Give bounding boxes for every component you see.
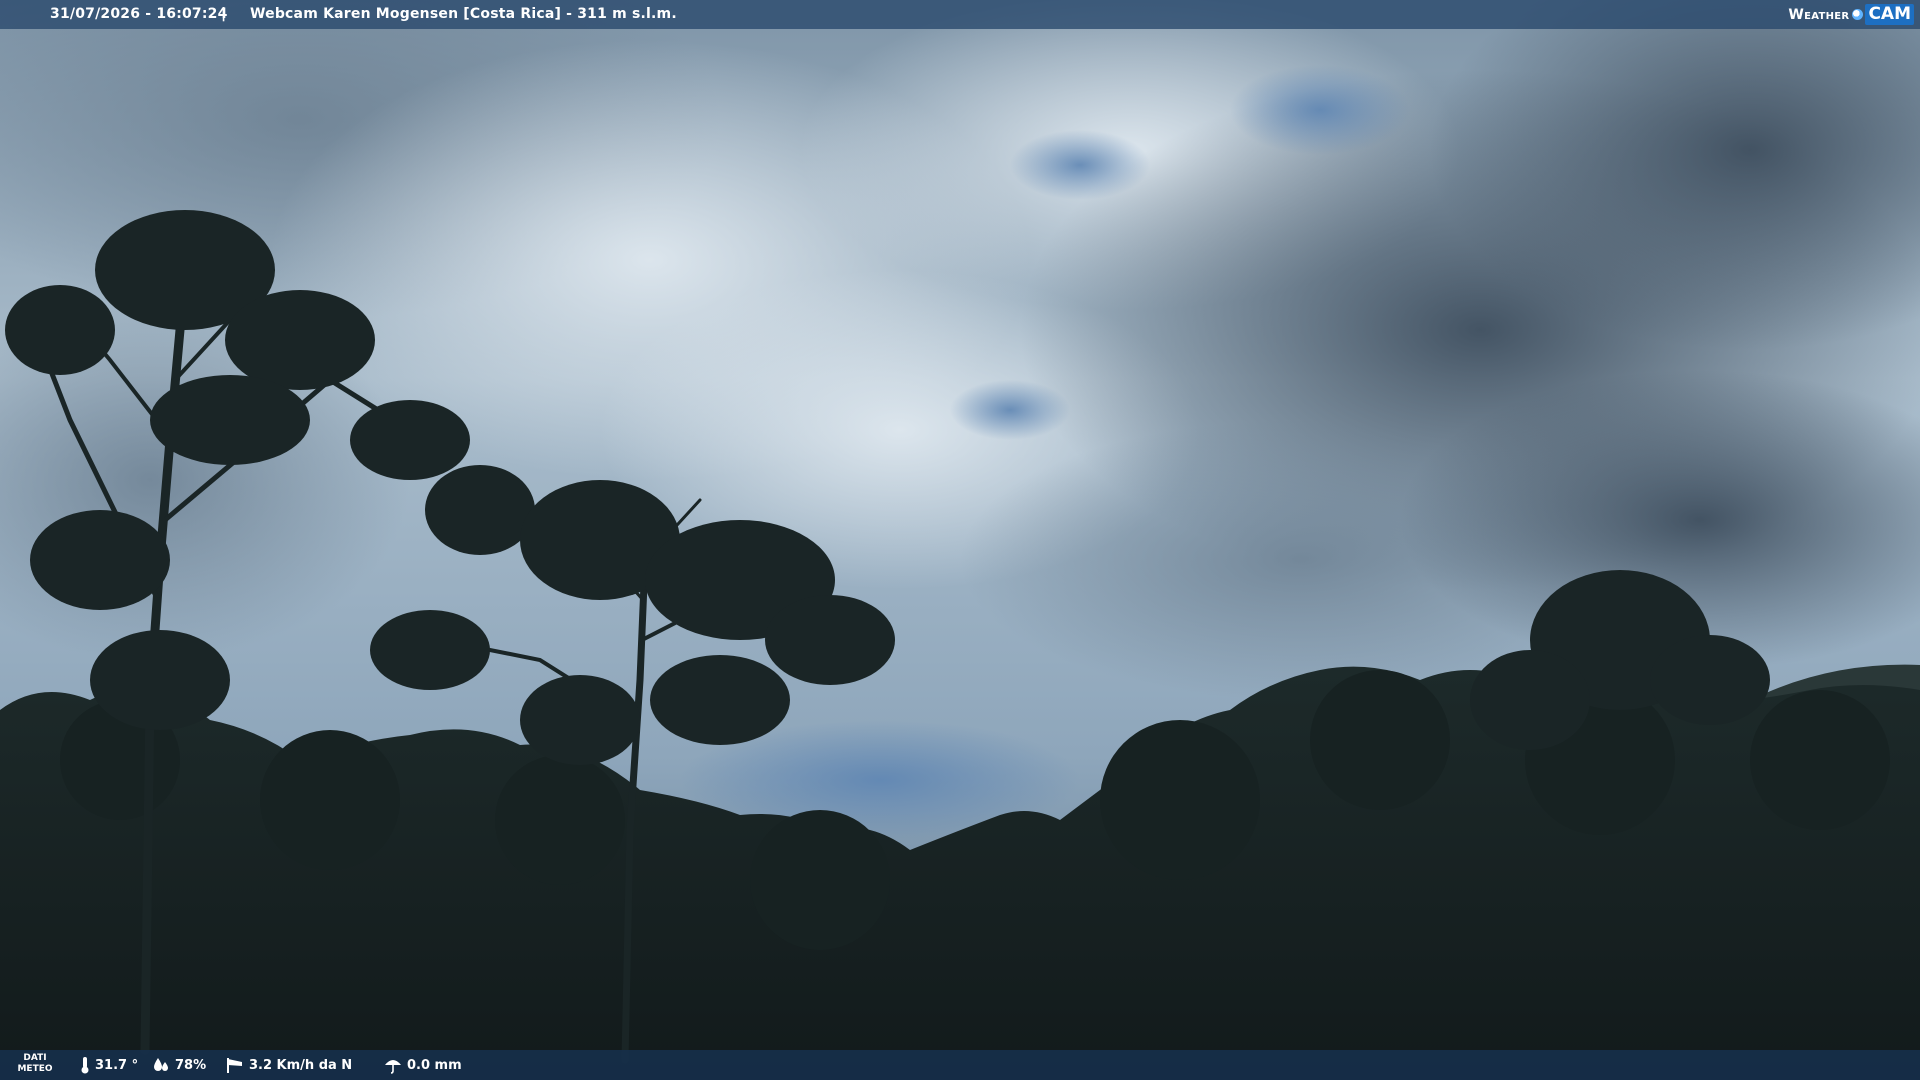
- rain-value: 0.0 mm: [407, 1057, 462, 1073]
- rain-reading: 0.0 mm: [384, 1056, 462, 1074]
- weather-data-label-line1: DATI: [23, 1053, 47, 1063]
- rain-umbrella-icon: [385, 1060, 401, 1074]
- humidity-value: 78%: [175, 1057, 207, 1073]
- header-separator: |: [221, 6, 227, 22]
- webcam-frame: 31/07/2026 - 16:07:24 | Webcam Karen Mog…: [0, 0, 1920, 1080]
- timestamp: 31/07/2026 - 16:07:24: [50, 6, 228, 22]
- humidity-drops-icon: [154, 1058, 168, 1071]
- weathercam-logo: Weather CAM: [1788, 4, 1914, 25]
- windsock-icon: [227, 1058, 242, 1073]
- station-name: Webcam Karen Mogensen [Costa Rica] - 311…: [250, 6, 677, 22]
- logo-cam-text: CAM: [1865, 4, 1914, 25]
- logo-weather-text: Weather: [1788, 6, 1850, 23]
- wind-reading: 3.2 Km/h da N: [226, 1056, 352, 1074]
- webcam-image: [0, 0, 1920, 1080]
- webcam-header-bar: 31/07/2026 - 16:07:24 | Webcam Karen Mog…: [0, 0, 1920, 29]
- temperature-value: 31.7 °: [95, 1057, 139, 1073]
- temperature-reading: 31.7 °: [80, 1056, 138, 1074]
- logo-globe-icon: [1852, 9, 1864, 20]
- weather-data-label: DATI METEO: [14, 1053, 56, 1075]
- thermometer-icon: [81, 1057, 89, 1074]
- weather-data-label-line2: METEO: [17, 1064, 53, 1074]
- wind-value: 3.2 Km/h da N: [249, 1057, 353, 1073]
- humidity-reading: 78%: [152, 1056, 206, 1074]
- weather-data-bar: DATI METEO 31.7 ° 78% 3.2 Km/h da N 0.0 …: [0, 1050, 1920, 1080]
